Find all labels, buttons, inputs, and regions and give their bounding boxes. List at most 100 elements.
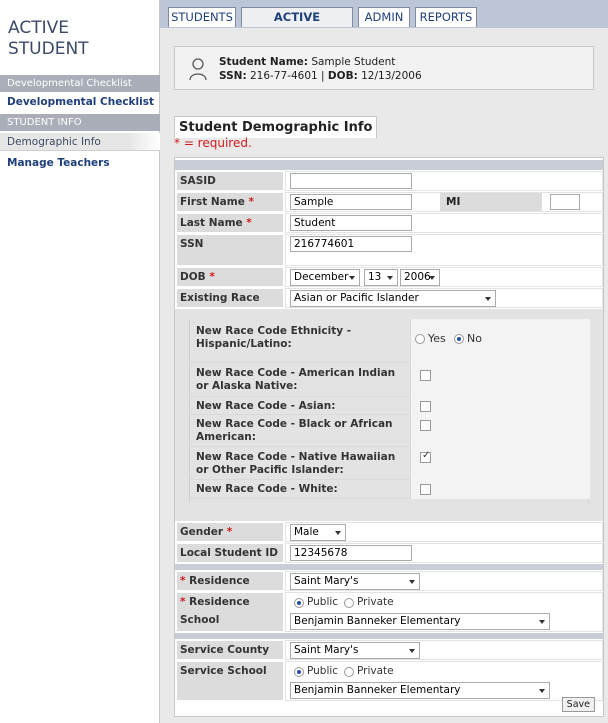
residence-school-select[interactable]: Benjamin Banneker Elementary bbox=[290, 613, 550, 630]
app-title-line1: ACTIVE bbox=[8, 18, 69, 38]
hispanic-yes-label: Yes bbox=[428, 332, 446, 345]
local-id-cell: 12345678 bbox=[285, 543, 603, 563]
race-checkbox-white[interactable] bbox=[420, 484, 431, 495]
residence-public-label: Public bbox=[307, 596, 339, 608]
first-name-input[interactable]: Sample bbox=[290, 194, 412, 210]
chevron-down-icon bbox=[409, 649, 415, 653]
race-checkbox-american-indian[interactable] bbox=[420, 370, 431, 381]
hispanic-yes-radio[interactable] bbox=[415, 334, 425, 344]
residence-public-radio[interactable] bbox=[294, 598, 304, 608]
local-id-input[interactable]: 12345678 bbox=[290, 545, 412, 561]
required-note: * = required. bbox=[174, 136, 252, 150]
residence-private-radio[interactable] bbox=[344, 598, 354, 608]
service-public-radio[interactable] bbox=[294, 667, 304, 677]
save-button[interactable]: Save bbox=[561, 697, 595, 712]
hispanic-row: New Race Code Ethnicity - Hispanic/Latin… bbox=[190, 319, 590, 363]
sasid-cell bbox=[285, 171, 603, 191]
race-checkbox-black[interactable] bbox=[420, 420, 431, 431]
ssn-label: SSN bbox=[176, 234, 284, 266]
race-row-asian: New Race Code - Asian: bbox=[190, 397, 590, 415]
sidebar-item-demographic-info[interactable]: Demographic Info bbox=[0, 133, 160, 151]
race-value-cell bbox=[410, 480, 590, 499]
student-id-line: SSN: 216-77-4601 | DOB: 12/13/2006 bbox=[219, 70, 422, 82]
tab-students[interactable]: STUDENTS bbox=[168, 7, 236, 27]
tab-reports[interactable]: REPORTS bbox=[415, 7, 477, 27]
chevron-down-icon bbox=[335, 531, 341, 535]
race-label-american-indian: New Race Code - American Indian or Alask… bbox=[196, 367, 396, 392]
tab-admin[interactable]: ADMIN bbox=[358, 7, 410, 27]
sidebar-item-manage-teachers[interactable]: Manage Teachers bbox=[0, 154, 160, 172]
mi-input[interactable] bbox=[550, 194, 580, 210]
student-dob: 12/13/2006 bbox=[361, 70, 422, 82]
residence-school-cell: Public Private Benjamin Banneker Element… bbox=[285, 592, 603, 632]
service-private-label: Private bbox=[357, 665, 394, 677]
gender-select[interactable]: Male bbox=[290, 524, 346, 541]
race-label-black: New Race Code - Black or African America… bbox=[196, 418, 393, 443]
race-checkbox-native-hawaiian[interactable] bbox=[420, 450, 431, 463]
ssn-input[interactable]: 216774601 bbox=[290, 236, 412, 252]
dob-cell: December 13 2006 bbox=[285, 267, 603, 287]
separator: | bbox=[321, 70, 325, 82]
sidebar-header-developmental: Developmental Checklist bbox=[0, 75, 160, 92]
service-school-label: Service School bbox=[176, 661, 284, 701]
hispanic-value-cell: Yes No bbox=[410, 319, 590, 363]
race-row-native-hawaiian: New Race Code - Native Hawaiian or Other… bbox=[190, 447, 590, 480]
demographic-form: SASID First Name * Sample MI Last Name *… bbox=[174, 157, 604, 717]
student-name: Sample Student bbox=[311, 56, 396, 68]
app-title: ACTIVE STUDENT bbox=[8, 18, 89, 60]
last-name-cell: Student bbox=[285, 213, 603, 233]
mi-label: MI bbox=[440, 193, 542, 211]
sidebar: ACTIVE STUDENT Developmental Checklist D… bbox=[0, 0, 160, 723]
existing-race-cell: Asian or Pacific Islander bbox=[285, 288, 603, 308]
race-checkbox-asian[interactable] bbox=[420, 401, 431, 412]
app-title-line2: STUDENT bbox=[8, 39, 89, 59]
gender-cell: Male bbox=[285, 522, 603, 542]
residence-county-cell: Saint Mary's bbox=[285, 571, 603, 591]
existing-race-label: Existing Race Code * bbox=[176, 288, 284, 322]
service-school-select[interactable]: Benjamin Banneker Elementary bbox=[290, 682, 550, 699]
race-value-cell bbox=[410, 397, 590, 415]
first-name-cell: Sample MI bbox=[285, 192, 603, 212]
service-private-radio[interactable] bbox=[344, 667, 354, 677]
tab-active-student[interactable]: ACTIVE STUDENT bbox=[241, 7, 353, 43]
race-label-native-hawaiian: New Race Code - Native Hawaiian or Other… bbox=[196, 451, 396, 476]
student-dob-label: DOB: bbox=[327, 70, 358, 82]
last-name-input[interactable]: Student bbox=[290, 215, 412, 231]
sidebar-item-developmental-checklist[interactable]: Developmental Checklist bbox=[0, 93, 160, 111]
service-school-cell: Public Private Benjamin Banneker Element… bbox=[285, 661, 603, 701]
dob-day-select[interactable]: 13 bbox=[364, 269, 398, 286]
race-value-cell bbox=[410, 447, 590, 480]
first-name-label: First Name * bbox=[176, 192, 284, 212]
chevron-down-icon bbox=[409, 580, 415, 584]
service-county-select[interactable]: Saint Mary's bbox=[290, 642, 420, 659]
student-ssn: 216-77-4601 bbox=[249, 70, 318, 82]
chevron-down-icon bbox=[539, 689, 545, 693]
top-nav: STUDENTS ACTIVE STUDENT ADMIN REPORTS bbox=[160, 0, 608, 43]
chevron-down-icon bbox=[387, 276, 393, 280]
hispanic-no-radio[interactable] bbox=[454, 334, 464, 344]
residence-private-label: Private bbox=[357, 596, 394, 608]
sasid-input[interactable] bbox=[290, 173, 412, 189]
race-row-black: New Race Code - Black or African America… bbox=[190, 415, 590, 447]
dob-year-select[interactable]: 2006 bbox=[400, 269, 440, 286]
race-value-cell bbox=[410, 415, 590, 447]
service-public-label: Public bbox=[307, 665, 339, 677]
hispanic-label: New Race Code Ethnicity - Hispanic/Latin… bbox=[196, 325, 352, 350]
residence-county-select[interactable]: Saint Mary's bbox=[290, 573, 420, 590]
divider-band bbox=[175, 633, 603, 639]
service-county-cell: Saint Mary's bbox=[285, 640, 603, 660]
chevron-down-icon bbox=[349, 276, 355, 280]
student-ssn-label: SSN: bbox=[219, 70, 247, 82]
chevron-down-icon bbox=[485, 297, 491, 301]
sasid-label: SASID bbox=[176, 171, 284, 191]
dob-month-select[interactable]: December bbox=[290, 269, 360, 286]
hispanic-no-label: No bbox=[467, 332, 482, 345]
race-value-cell bbox=[410, 363, 590, 397]
section-title: Student Demographic Info bbox=[174, 116, 378, 138]
service-county-label: Service County bbox=[176, 640, 284, 660]
student-name-label: Student Name: bbox=[219, 56, 308, 68]
existing-race-select[interactable]: Asian or Pacific Islander bbox=[290, 290, 496, 307]
divider-band bbox=[175, 564, 603, 570]
user-icon bbox=[189, 58, 207, 81]
residence-county-label: * Residence County bbox=[176, 571, 284, 605]
